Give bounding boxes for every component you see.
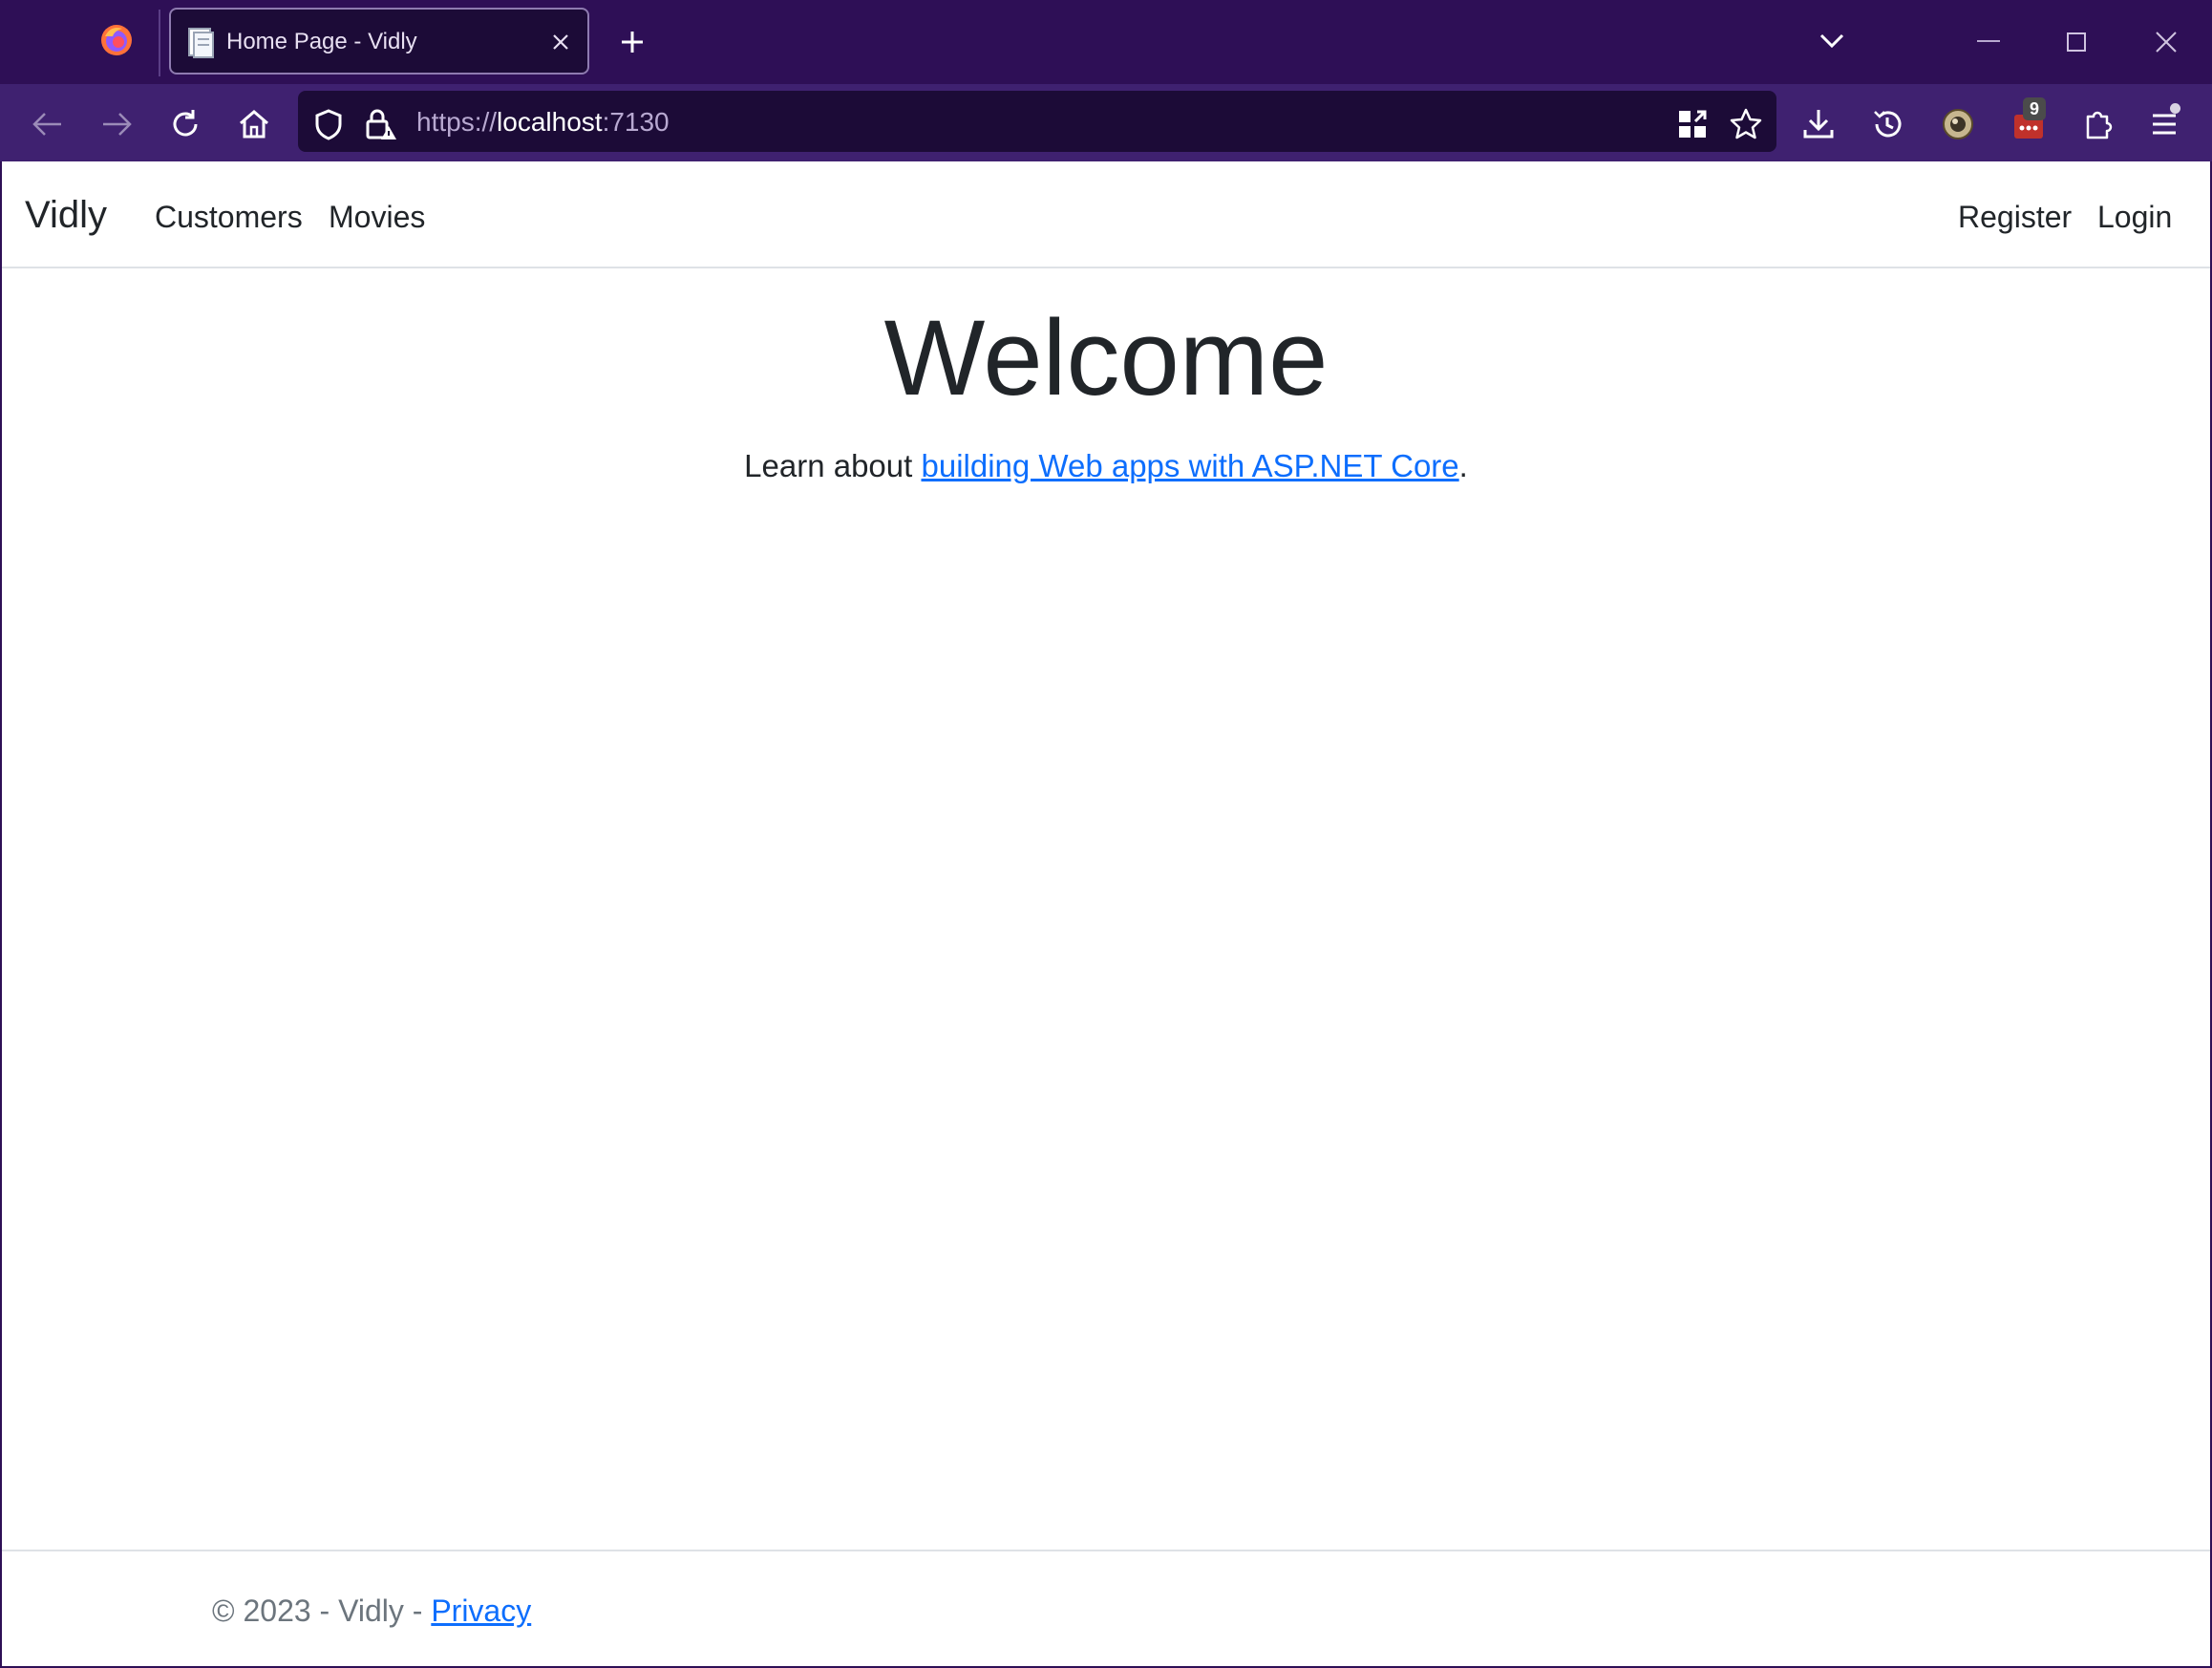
extension-globe-icon[interactable]: [1941, 107, 1975, 141]
lock-warning-icon[interactable]: [363, 107, 397, 141]
aspnet-docs-link[interactable]: building Web apps with ASP.NET Core: [921, 448, 1458, 483]
url-port: :7130: [602, 107, 670, 137]
footer-text: © 2023 - Vidly - Privacy: [212, 1593, 531, 1629]
extensions-puzzle-icon[interactable]: [2080, 107, 2115, 141]
site-footer: © 2023 - Vidly - Privacy: [2, 1550, 2210, 1666]
forward-arrow-icon[interactable]: [99, 107, 134, 141]
tab-separator: [159, 10, 160, 76]
firefox-logo-icon[interactable]: [99, 23, 134, 57]
nav-link-customers[interactable]: Customers: [155, 200, 303, 235]
qr-code-icon[interactable]: [1675, 107, 1710, 141]
back-arrow-icon[interactable]: [31, 107, 65, 141]
lead-suffix: .: [1458, 448, 1468, 483]
browser-titlebar: Home Page - Vidly: [0, 0, 2212, 84]
nav-link-movies[interactable]: Movies: [329, 200, 425, 235]
site-navbar: Vidly Customers Movies Register Login: [2, 161, 2210, 268]
chevron-down-icon[interactable]: [1819, 32, 1845, 50]
bookmark-star-icon[interactable]: [1729, 107, 1763, 141]
shield-icon[interactable]: [311, 107, 346, 141]
web-page: Vidly Customers Movies Register Login We…: [2, 161, 2210, 1666]
url-host: localhost: [497, 107, 603, 137]
nav-link-login[interactable]: Login: [2097, 200, 2172, 235]
close-window-icon[interactable]: [2155, 31, 2178, 53]
url-text[interactable]: https://localhost:7130: [416, 107, 670, 138]
update-indicator-dot: [2170, 103, 2180, 114]
history-icon[interactable]: [1870, 107, 1904, 141]
home-icon[interactable]: [237, 107, 271, 141]
privacy-link[interactable]: Privacy: [431, 1593, 531, 1628]
tab-home-page[interactable]: Home Page - Vidly: [169, 8, 589, 75]
downloads-icon[interactable]: [1801, 107, 1836, 141]
page-favicon-icon: [188, 28, 214, 58]
lead-prefix: Learn about: [744, 448, 922, 483]
site-brand[interactable]: Vidly: [25, 194, 107, 237]
window-border-left: [0, 161, 2, 1668]
page-title: Welcome: [883, 298, 1329, 417]
nav-link-register[interactable]: Register: [1958, 200, 2072, 235]
footer-copyright: © 2023 - Vidly -: [212, 1593, 432, 1628]
url-scheme: https://: [416, 107, 498, 137]
extension-count-badge: 9: [2023, 97, 2046, 120]
maximize-window-icon[interactable]: [2067, 32, 2086, 52]
lead-paragraph: Learn about building Web apps with ASP.N…: [2, 448, 2210, 484]
close-tab-icon[interactable]: [551, 32, 570, 52]
minimize-window-icon[interactable]: [1977, 40, 2000, 42]
tab-title: Home Page - Vidly: [226, 29, 417, 54]
reload-icon[interactable]: [168, 107, 202, 141]
new-tab-icon[interactable]: [619, 29, 646, 55]
